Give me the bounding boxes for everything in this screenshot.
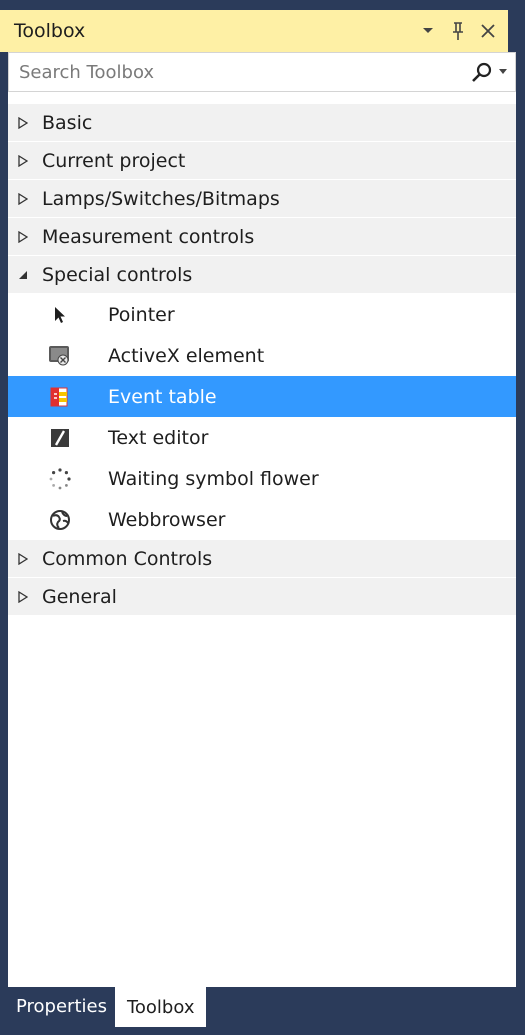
collapsed-arrow-icon xyxy=(18,154,42,167)
toolbox-list: Basic Current project Lamps/Switches/Bit… xyxy=(8,104,516,616)
collapsed-arrow-icon xyxy=(18,230,42,243)
window-title: Toolbox xyxy=(14,20,86,42)
expanded-arrow-icon xyxy=(18,270,42,280)
tool-item-text-editor[interactable]: Text editor xyxy=(8,417,516,458)
tool-item-label: Pointer xyxy=(108,303,175,326)
tool-item-label: Webbrowser xyxy=(108,508,226,531)
toolbox-titlebar: Toolbox xyxy=(0,10,508,52)
tab-properties[interactable]: Properties xyxy=(8,987,115,1025)
group-general[interactable]: General xyxy=(8,578,516,616)
collapsed-arrow-icon xyxy=(18,192,42,205)
group-label: Special controls xyxy=(42,263,193,286)
tool-item-label: Waiting symbol flower xyxy=(108,467,319,490)
group-special-controls[interactable]: Special controls xyxy=(8,256,516,294)
search-input[interactable] xyxy=(17,60,441,84)
group-label: Lamps/Switches/Bitmaps xyxy=(42,187,280,210)
tool-item-activex-element[interactable]: ActiveX element xyxy=(8,335,516,376)
tool-item-waiting-symbol-flower[interactable]: Waiting symbol flower xyxy=(8,458,516,499)
group-label: Basic xyxy=(42,111,93,134)
group-label: Common Controls xyxy=(42,547,213,570)
waiting-flower-icon xyxy=(46,465,74,493)
collapsed-arrow-icon xyxy=(18,552,42,565)
tool-item-label: Event table xyxy=(108,385,217,408)
tool-item-webbrowser[interactable]: Webbrowser xyxy=(8,499,516,540)
group-label: Measurement controls xyxy=(42,225,255,248)
event-table-icon xyxy=(46,383,74,411)
tool-item-label: Text editor xyxy=(108,426,209,449)
search-button[interactable] xyxy=(471,62,507,82)
group-measurement-controls[interactable]: Measurement controls xyxy=(8,218,516,256)
search-box xyxy=(8,52,516,92)
activex-icon xyxy=(46,342,74,370)
tool-item-pointer[interactable]: Pointer xyxy=(8,294,516,335)
group-basic[interactable]: Basic xyxy=(8,104,516,142)
group-label: Current project xyxy=(42,149,186,172)
text-editor-icon xyxy=(46,424,74,452)
tool-item-event-table[interactable]: Event table xyxy=(8,376,516,417)
search-options-icon xyxy=(499,69,507,74)
bottom-tab-strip: Properties Toolbox xyxy=(8,987,516,1035)
group-common-controls[interactable]: Common Controls xyxy=(8,540,516,578)
collapsed-arrow-icon xyxy=(18,116,42,129)
group-label: General xyxy=(42,585,117,608)
toolbox-panel: Basic Current project Lamps/Switches/Bit… xyxy=(8,52,516,987)
pointer-icon xyxy=(46,301,74,329)
tab-toolbox[interactable]: Toolbox xyxy=(114,987,207,1027)
webbrowser-icon xyxy=(46,506,74,534)
window-controls xyxy=(418,19,508,43)
dropdown-icon[interactable] xyxy=(418,19,438,43)
pin-icon[interactable] xyxy=(448,19,468,43)
group-lamps-switches-bitmaps[interactable]: Lamps/Switches/Bitmaps xyxy=(8,180,516,218)
search-icon xyxy=(472,62,492,82)
tool-item-label: ActiveX element xyxy=(108,344,265,367)
collapsed-arrow-icon xyxy=(18,590,42,603)
close-icon[interactable] xyxy=(478,19,498,43)
group-current-project[interactable]: Current project xyxy=(8,142,516,180)
